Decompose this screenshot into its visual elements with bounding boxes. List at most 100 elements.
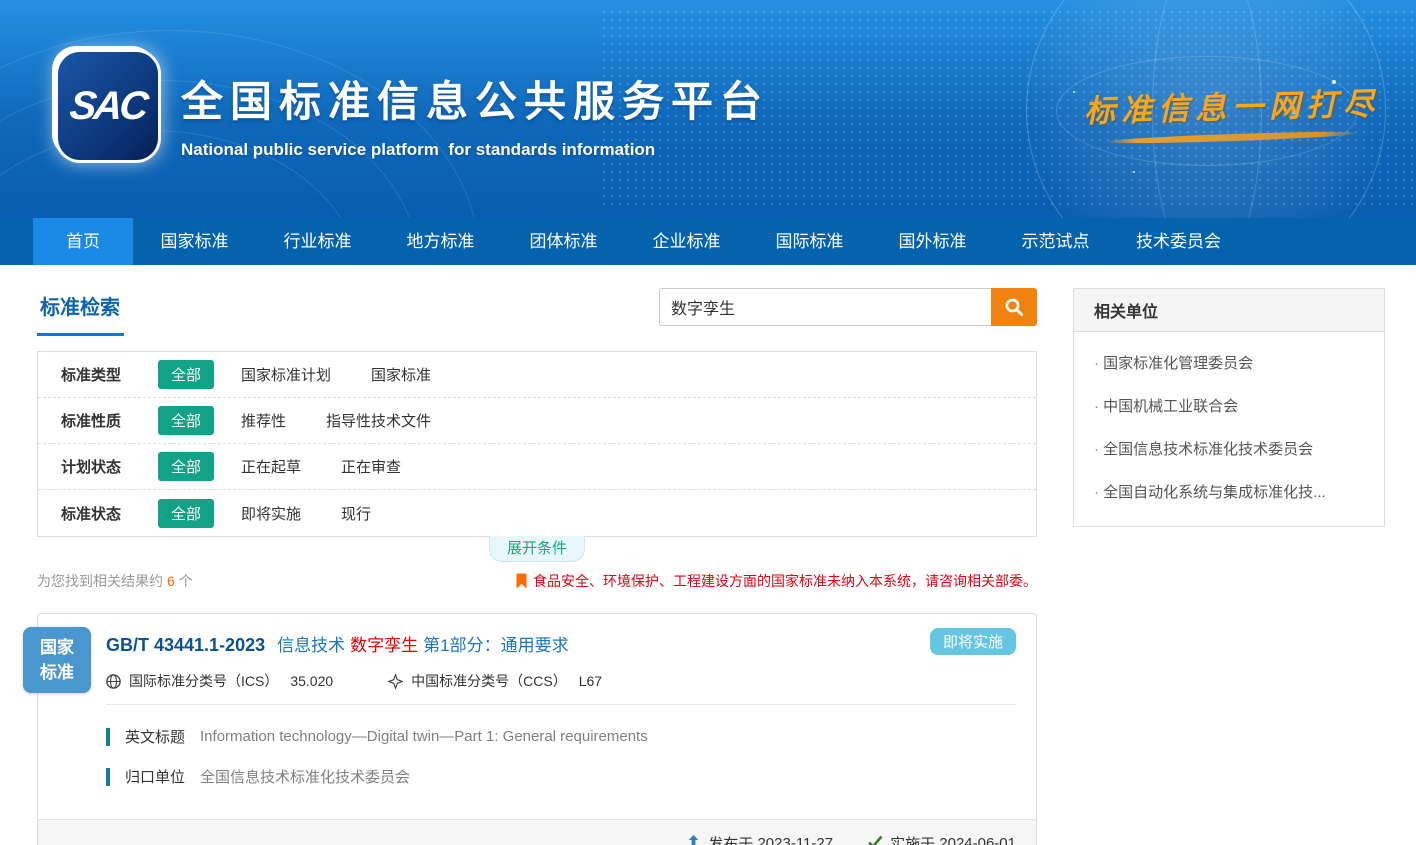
card-footer: 发布于 2023-11-27 实施于 2024-06-01 bbox=[38, 819, 1036, 845]
ccs-value: L67 bbox=[579, 673, 602, 689]
filter-label: 计划状态 bbox=[61, 456, 158, 477]
committee-value: 全国信息技术标准化技术委员会 bbox=[200, 766, 410, 787]
site-subtitle: National public service platform for sta… bbox=[181, 140, 769, 160]
card-info: 英文标题 Information technology—Digital twin… bbox=[38, 705, 1036, 805]
nav-item-group-standards[interactable]: 团体标准 bbox=[502, 218, 625, 265]
related-unit-link[interactable]: 中国机械工业联合会 bbox=[1092, 384, 1366, 427]
nav-item-technical-committee[interactable]: 技术委员会 bbox=[1117, 218, 1240, 265]
standard-result-card: 国家 标准 即将实施 GB/T 43441.1-2023信息技术数字孪生第1部分… bbox=[37, 613, 1037, 845]
related-unit-link[interactable]: 全国信息技术标准化技术委员会 bbox=[1092, 427, 1366, 470]
site-header: SAC 全国标准信息公共服务平台 National public service… bbox=[0, 0, 1416, 218]
standard-title-part2: 第1部分：通用要求 bbox=[423, 636, 568, 655]
filter-label: 标准性质 bbox=[61, 410, 158, 431]
notice-text: 食品安全、环境保护、工程建设方面的国家标准未纳入本系统，请咨询相关部委。 bbox=[533, 571, 1037, 591]
result-count-prefix: 为您找到相关结果约 bbox=[37, 573, 163, 589]
related-unit-link[interactable]: 国家标准化管理委员会 bbox=[1092, 341, 1366, 384]
left-column: 标准检索 标准类型 全部 国家标准计划 国家标准 bbox=[37, 288, 1037, 845]
search-input[interactable] bbox=[659, 288, 991, 326]
related-units-panel: 相关单位 国家标准化管理委员会 中国机械工业联合会 全国信息技术标准化技术委员会… bbox=[1073, 288, 1385, 527]
tab-standard-search[interactable]: 标准检索 bbox=[37, 288, 124, 336]
expand-wrap: 展开条件 bbox=[37, 537, 1037, 564]
related-units-title: 相关单位 bbox=[1074, 289, 1384, 332]
bookmark-icon bbox=[516, 573, 527, 589]
badge-line1: 国家 bbox=[23, 635, 91, 661]
implemented-label: 实施于 bbox=[890, 833, 935, 845]
filter-option[interactable]: 正在起草 bbox=[241, 456, 301, 477]
english-title-label: 英文标题 bbox=[125, 726, 185, 747]
implemented-date: 2024-06-01 bbox=[939, 835, 1016, 845]
filter-option[interactable]: 指导性技术文件 bbox=[326, 410, 431, 431]
filter-all-button[interactable]: 全部 bbox=[158, 360, 214, 389]
published-date: 2023-11-27 bbox=[757, 835, 833, 845]
implemented-date-item: 实施于 2024-06-01 bbox=[867, 833, 1016, 845]
ics-item: 国际标准分类号（ICS） 35.020 bbox=[106, 671, 333, 691]
status-badge: 即将实施 bbox=[930, 628, 1016, 655]
filter-option[interactable]: 现行 bbox=[341, 503, 371, 524]
published-date-item: 发布于 2023-11-27 bbox=[686, 833, 833, 845]
globe-icon bbox=[106, 674, 121, 689]
expand-conditions-button[interactable]: 展开条件 bbox=[489, 536, 585, 562]
search-icon bbox=[1003, 296, 1025, 318]
badge-line2: 标准 bbox=[23, 660, 91, 686]
right-column: 相关单位 国家标准化管理委员会 中国机械工业联合会 全国信息技术标准化技术委员会… bbox=[1073, 288, 1385, 527]
committee-label: 归口单位 bbox=[125, 766, 185, 787]
nav-item-enterprise-standards[interactable]: 企业标准 bbox=[625, 218, 748, 265]
filter-row-standard-nature: 标准性质 全部 推荐性 指导性技术文件 bbox=[38, 398, 1036, 444]
standard-title-link[interactable]: GB/T 43441.1-2023 信息技术数字孪生第1部分：通用要求 bbox=[106, 631, 1016, 656]
site-title: 全国标准信息公共服务平台 bbox=[181, 68, 769, 129]
result-count-suffix: 个 bbox=[179, 573, 193, 589]
sac-logo[interactable]: SAC bbox=[58, 52, 158, 160]
filter-all-button[interactable]: 全部 bbox=[158, 406, 214, 435]
ccs-label: 中国标准分类号（CCS） bbox=[411, 671, 567, 691]
national-standard-badge: 国家 标准 bbox=[23, 627, 91, 693]
site-title-block: 全国标准信息公共服务平台 National public service pla… bbox=[181, 68, 769, 160]
english-title-row: 英文标题 Information technology—Digital twin… bbox=[106, 726, 1016, 747]
nav-item-home[interactable]: 首页 bbox=[33, 218, 133, 265]
nav-item-industry-standards[interactable]: 行业标准 bbox=[256, 218, 379, 265]
committee-row: 归口单位 全国信息技术标准化技术委员会 bbox=[106, 766, 1016, 787]
system-notice: 食品安全、环境保护、工程建设方面的国家标准未纳入本系统，请咨询相关部委。 bbox=[516, 571, 1037, 591]
related-units-list: 国家标准化管理委员会 中国机械工业联合会 全国信息技术标准化技术委员会 全国自动… bbox=[1074, 332, 1384, 526]
filter-panel: 标准类型 全部 国家标准计划 国家标准 标准性质 全部 推荐性 指导性技术文件 … bbox=[37, 351, 1037, 537]
main-navbar: 首页 国家标准 行业标准 地方标准 团体标准 企业标准 国际标准 国外标准 示范… bbox=[0, 218, 1416, 265]
nav-item-local-standards[interactable]: 地方标准 bbox=[379, 218, 502, 265]
nav-item-foreign-standards[interactable]: 国外标准 bbox=[871, 218, 994, 265]
search-group bbox=[659, 288, 1037, 326]
search-button[interactable] bbox=[991, 288, 1037, 326]
search-row: 标准检索 bbox=[37, 288, 1037, 336]
slogan-block: 标准信息一网打尽 bbox=[1084, 82, 1380, 141]
nav-item-national-standards[interactable]: 国家标准 bbox=[133, 218, 256, 265]
filter-all-button[interactable]: 全部 bbox=[158, 452, 214, 481]
filter-all-button[interactable]: 全部 bbox=[158, 499, 214, 528]
compass-icon bbox=[388, 674, 403, 689]
filter-option[interactable]: 国家标准计划 bbox=[241, 364, 331, 385]
card-body: GB/T 43441.1-2023 信息技术数字孪生第1部分：通用要求 国际标准分… bbox=[38, 614, 1036, 704]
filter-option[interactable]: 即将实施 bbox=[241, 503, 301, 524]
slogan-text: 标准信息一网打尽 bbox=[1083, 78, 1380, 131]
ics-value: 35.020 bbox=[290, 673, 333, 689]
ccs-item: 中国标准分类号（CCS） L67 bbox=[388, 671, 602, 691]
filter-option[interactable]: 国家标准 bbox=[371, 364, 431, 385]
ics-label: 国际标准分类号（ICS） bbox=[129, 671, 278, 691]
nav-item-pilot[interactable]: 示范试点 bbox=[994, 218, 1117, 265]
standard-title-highlight: 数字孪生 bbox=[350, 636, 418, 655]
results-row: 为您找到相关结果约6个 食品安全、环境保护、工程建设方面的国家标准未纳入本系统，… bbox=[37, 571, 1037, 591]
english-title-value: Information technology—Digital twin—Part… bbox=[200, 728, 648, 745]
implement-icon bbox=[867, 835, 883, 845]
filter-row-plan-status: 计划状态 全部 正在起草 正在审查 bbox=[38, 444, 1036, 490]
filter-row-standard-status: 标准状态 全部 即将实施 现行 bbox=[38, 490, 1036, 536]
sac-logo-text: SAC bbox=[68, 84, 148, 129]
teal-bar bbox=[106, 768, 110, 786]
filter-row-standard-type: 标准类型 全部 国家标准计划 国家标准 bbox=[38, 352, 1036, 398]
teal-bar bbox=[106, 728, 110, 746]
classification-row: 国际标准分类号（ICS） 35.020 中国标准分类号（CCS） L67 bbox=[106, 671, 1016, 704]
nav-item-international-standards[interactable]: 国际标准 bbox=[748, 218, 871, 265]
result-count-number: 6 bbox=[167, 573, 175, 589]
related-unit-link[interactable]: 全国自动化系统与集成标准化技... bbox=[1092, 470, 1366, 513]
result-count: 为您找到相关结果约6个 bbox=[37, 571, 193, 591]
standard-title-part1: 信息技术 bbox=[277, 636, 345, 655]
standard-code: GB/T 43441.1-2023 bbox=[106, 635, 265, 655]
filter-option[interactable]: 推荐性 bbox=[241, 410, 286, 431]
filter-option[interactable]: 正在审查 bbox=[341, 456, 401, 477]
filter-label: 标准状态 bbox=[61, 503, 158, 524]
